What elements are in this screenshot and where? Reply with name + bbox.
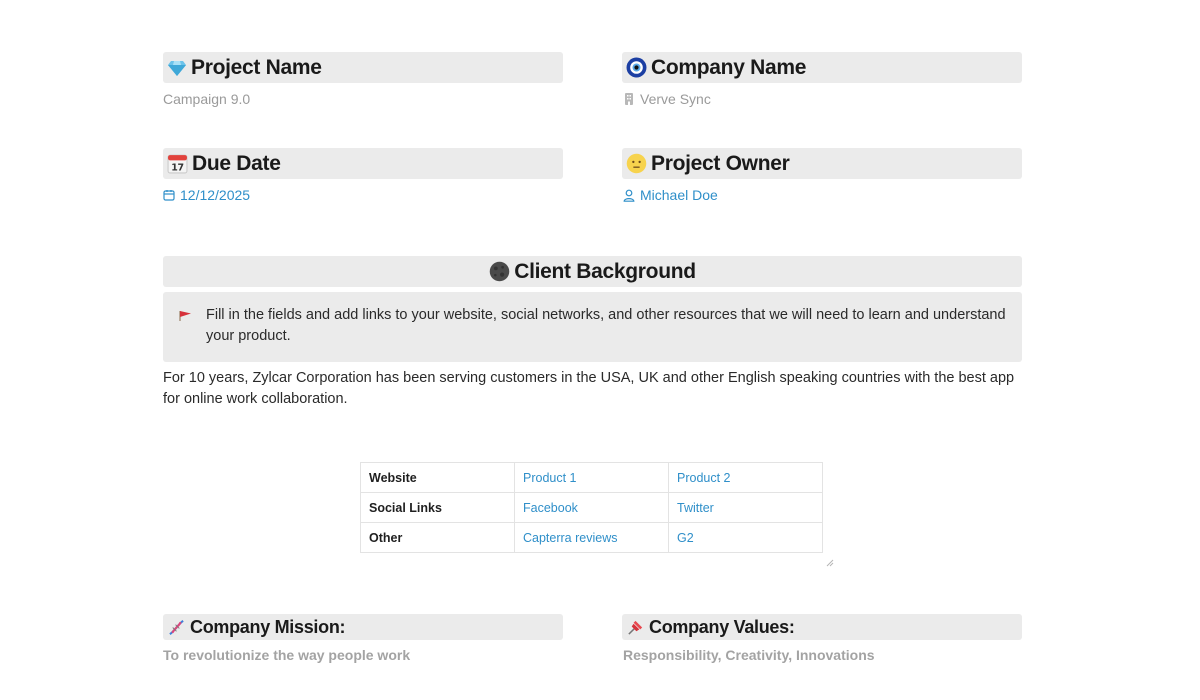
company-name-title: Company Name — [651, 55, 807, 79]
person-icon — [623, 189, 635, 202]
client-paragraph: For 10 years, Zylcar Corporation has bee… — [163, 370, 1015, 407]
smiley-icon — [626, 153, 647, 174]
project-owner-text: Michael Doe — [640, 187, 718, 203]
project-name-title: Project Name — [191, 55, 322, 79]
client-background-heading: Client Background — [163, 256, 1022, 287]
table-resize-handle-icon[interactable] — [826, 554, 834, 567]
company-values-title: Company Values: — [649, 616, 795, 637]
company-mission-value[interactable]: To revolutionize the way people work — [163, 647, 410, 663]
svg-text:17: 17 — [171, 162, 184, 173]
nazar-amulet-icon — [626, 57, 647, 78]
client-callout: Fill in the fields and add links to your… — [163, 292, 1022, 362]
table-cell-link[interactable]: G2 — [668, 522, 823, 553]
gem-icon — [167, 58, 187, 78]
due-date-value[interactable]: 12/12/2025 — [163, 187, 250, 203]
table-cell-link[interactable]: Product 2 — [668, 462, 823, 493]
table-cell-label: Social Links — [360, 492, 515, 523]
project-owner-heading: Project Owner — [622, 148, 1022, 179]
client-background-title: Client Background — [514, 259, 696, 283]
table-cell-link[interactable]: Product 1 — [514, 462, 669, 493]
company-values-heading: Company Values: — [622, 614, 1022, 640]
dna-icon — [167, 618, 186, 637]
table-cell-link[interactable]: Facebook — [514, 492, 669, 523]
flag-icon — [179, 309, 192, 327]
table-row: Social Links Facebook Twitter — [360, 492, 823, 523]
company-mission-title: Company Mission: — [190, 616, 346, 637]
company-mission-heading: Company Mission: — [163, 614, 563, 640]
project-owner-title: Project Owner — [651, 151, 790, 175]
table-cell-link[interactable]: Twitter — [668, 492, 823, 523]
pushpin-icon — [626, 618, 645, 637]
company-values-value[interactable]: Responsibility, Creativity, Innovations — [623, 647, 875, 663]
table-cell-link[interactable]: Capterra reviews — [514, 522, 669, 553]
calendar-icon — [163, 189, 175, 201]
company-name-text: Verve Sync — [640, 91, 711, 107]
project-owner-value[interactable]: Michael Doe — [623, 187, 718, 203]
due-date-text: 12/12/2025 — [180, 187, 251, 203]
table-cell-label: Website — [360, 462, 515, 493]
project-name-heading: Project Name — [163, 52, 563, 83]
table-cell-label: Other — [360, 522, 515, 553]
new-moon-face-icon — [489, 261, 510, 282]
table-row: Other Capterra reviews G2 — [360, 522, 823, 553]
company-name-heading: Company Name — [622, 52, 1022, 83]
due-date-heading: 17 Due Date — [163, 148, 563, 179]
project-name-value[interactable]: Campaign 9.0 — [163, 91, 250, 107]
due-date-title: Due Date — [192, 151, 281, 175]
callout-text: Fill in the fields and add links to your… — [206, 307, 1006, 344]
company-name-value[interactable]: Verve Sync — [623, 91, 711, 107]
table-row: Website Product 1 Product 2 — [360, 462, 823, 493]
building-icon — [623, 92, 635, 106]
calendar-emoji-icon: 17 — [167, 153, 188, 174]
links-table: Website Product 1 Product 2 Social Links… — [360, 462, 823, 553]
